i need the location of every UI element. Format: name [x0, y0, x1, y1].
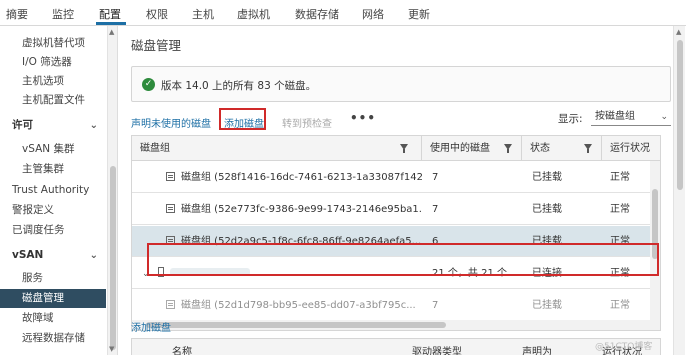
column-header-disks-in-use[interactable]: 使用中的磁盘 [422, 136, 522, 161]
main-content: 磁盘管理 ✓ 版本 14.0 上的所有 83 个磁盘。 声明未使用的磁盘 添加磁… [119, 26, 686, 355]
sidebar-item-host-options[interactable]: 主机选项 [0, 72, 106, 91]
disk-group-icon [166, 204, 175, 213]
tab-vms[interactable]: 虚拟机 [237, 6, 270, 22]
row-highlight-box [147, 243, 659, 276]
column-header-claimed-as[interactable]: 声明为 [522, 343, 552, 355]
status-alert: ✓ 版本 14.0 上的所有 83 个磁盘。 [131, 66, 671, 102]
display-mode-value: 按磁盘组 [595, 111, 635, 122]
filter-icon[interactable] [504, 144, 512, 153]
precheck-button[interactable]: 转到预检查 [282, 115, 332, 130]
cell-state: 已挂载 [532, 172, 562, 183]
scroll-up-icon[interactable]: ▲ [109, 28, 114, 36]
sidebar-item-fault-domains[interactable]: 故障域 [0, 309, 106, 328]
watermark: @51CTO博客 [595, 342, 653, 352]
cell-state: 已挂载 [532, 300, 562, 311]
column-header-drive-type[interactable]: 驱动器类型 [412, 343, 462, 355]
sidebar-item-services[interactable]: 服务 [0, 269, 106, 288]
sidebar-item-vsan-cluster[interactable]: vSAN 集群 [0, 140, 106, 159]
display-mode-select[interactable]: 按磁盘组 ⌄ [591, 108, 671, 126]
sidebar-group-licensing[interactable]: 许可 ⌄ [0, 116, 106, 135]
column-header-label: 使用中的磁盘 [430, 143, 490, 154]
tab-datastores[interactable]: 数据存储 [295, 6, 339, 22]
highlight-box [219, 108, 266, 130]
page-title: 磁盘管理 [131, 38, 182, 53]
scrollbar-thumb[interactable] [146, 322, 446, 328]
cell-state: 已挂载 [532, 204, 562, 215]
tab-updates[interactable]: 更新 [408, 6, 430, 22]
scrollbar-thumb[interactable] [677, 40, 683, 190]
sidebar-item-host-profiles[interactable]: 主机配置文件 [0, 91, 106, 110]
column-header-label: 磁盘组 [140, 143, 170, 154]
cell-disk-group: 磁盘组 (52e773fc-9386-9e99-1743-2146e95ba1.… [132, 194, 422, 225]
scrollbar-thumb[interactable] [110, 166, 116, 350]
sidebar-item-disk-management[interactable]: 磁盘管理 [0, 289, 106, 308]
tab-configure[interactable]: 配置 [99, 6, 121, 22]
disk-group-name: 磁盘组 (528f1416-16dc-7461-6213-1a33087f142… [181, 172, 422, 183]
sidebar-group-vsan[interactable]: vSAN ⌄ [0, 246, 106, 265]
grid-horizontal-scrollbar[interactable] [132, 320, 660, 330]
display-label: 显示: [558, 113, 583, 125]
column-header-state[interactable]: 状态 [522, 136, 602, 161]
cell-disks-in-use: 7 [432, 300, 439, 311]
cell-disks-in-use: 7 [432, 204, 439, 215]
chevron-down-icon: ⌄ [89, 120, 98, 131]
tab-permissions[interactable]: 权限 [146, 6, 168, 22]
disk-group-icon [166, 300, 175, 309]
filter-icon[interactable] [584, 144, 592, 153]
filter-icon[interactable] [400, 144, 408, 153]
sidebar-scrollbar[interactable]: ▲ ▼ [107, 26, 117, 355]
table-row[interactable]: 磁盘组 (528f1416-16dc-7461-6213-1a33087f142… [132, 162, 660, 193]
disk-group-grid: 磁盘组 使用中的磁盘 状态 运行状况 磁盘组 (528f1416-16dc-74… [131, 135, 661, 331]
sidebar-item-trust-authority[interactable]: Trust Authority [0, 181, 106, 200]
sidebar-item-io-filters[interactable]: I/O 筛选器 [0, 53, 106, 72]
disks-table-header: 名称 驱动器类型 声明为 运行状况 [131, 338, 661, 355]
alert-message: 版本 14.0 上的所有 83 个磁盘。 [161, 80, 317, 92]
table-row[interactable]: 磁盘组 (52e773fc-9386-9e99-1743-2146e95ba1.… [132, 194, 660, 225]
config-sidebar: 虚拟机替代项 I/O 筛选器 主机选项 主机配置文件 许可 ⌄ vSAN 集群 … [0, 26, 118, 355]
check-circle-icon: ✓ [142, 78, 155, 91]
tab-monitor[interactable]: 监控 [52, 6, 74, 22]
disk-group-name: 磁盘组 (52e773fc-9386-9e99-1743-2146e95ba1.… [181, 204, 422, 215]
sidebar-item-scheduled-tasks[interactable]: 已调度任务 [0, 221, 106, 240]
sidebar-item-supervisor-cluster[interactable]: 主管集群 [0, 160, 106, 179]
add-disks-link[interactable]: 添加磁盘 [131, 319, 171, 334]
claim-unused-disks-link[interactable]: 声明未使用的磁盘 [131, 115, 211, 130]
tab-hosts[interactable]: 主机 [192, 6, 214, 22]
tab-summary[interactable]: 摘要 [6, 6, 28, 22]
table-row[interactable]: 磁盘组 (52d1d798-bb95-ee85-dd07-a3bf795c...… [132, 290, 660, 321]
column-header-label: 运行状况 [610, 143, 650, 154]
active-tab-indicator [96, 22, 126, 25]
top-tab-bar: 摘要 监控 配置 权限 主机 虚拟机 数据存储 网络 更新 [0, 0, 686, 26]
disk-group-icon [166, 172, 175, 181]
sidebar-item-remote-datastores[interactable]: 远程数据存储 [0, 329, 106, 348]
grid-header: 磁盘组 使用中的磁盘 状态 运行状况 [132, 136, 660, 161]
disk-group-name: 磁盘组 (52d1d798-bb95-ee85-dd07-a3bf795c... [181, 300, 416, 311]
sidebar-item-alarm-definitions[interactable]: 警报定义 [0, 201, 106, 220]
scroll-down-icon[interactable]: ▼ [109, 345, 114, 353]
cell-disk-group: 磁盘组 (52d1d798-bb95-ee85-dd07-a3bf795c... [132, 290, 422, 321]
sidebar-item-vm-overrides[interactable]: 虚拟机替代项 [0, 34, 106, 53]
sidebar-group-label: vSAN [12, 249, 44, 261]
grid-vertical-scrollbar[interactable] [650, 161, 660, 321]
sidebar-group-label: 许可 [12, 119, 33, 131]
column-header-label: 状态 [530, 143, 550, 154]
chevron-down-icon: ⌄ [660, 112, 668, 122]
more-actions-button[interactable]: ••• [350, 111, 376, 125]
main-scrollbar[interactable]: ▲ [673, 26, 685, 355]
column-header-disk-group[interactable]: 磁盘组 [132, 136, 422, 161]
cell-disk-group: 磁盘组 (528f1416-16dc-7461-6213-1a33087f142… [132, 162, 422, 193]
scroll-up-icon[interactable]: ▲ [676, 28, 681, 36]
column-header-name[interactable]: 名称 [172, 343, 192, 355]
cell-disks-in-use: 7 [432, 172, 439, 183]
column-header-health[interactable]: 运行状况 [602, 136, 660, 161]
chevron-down-icon: ⌄ [89, 250, 98, 261]
tab-networks[interactable]: 网络 [362, 6, 384, 22]
